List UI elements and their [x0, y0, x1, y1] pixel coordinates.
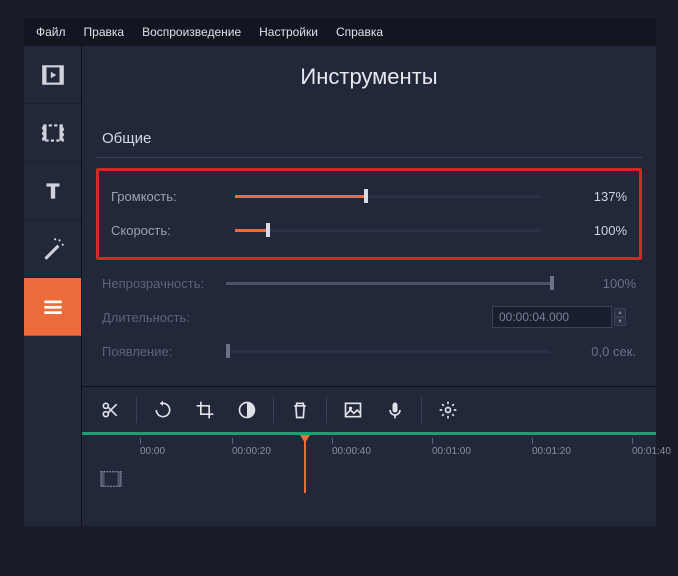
settings-button[interactable]	[428, 392, 468, 428]
gear-icon	[438, 400, 458, 420]
appearance-value: 0,0 сек.	[564, 344, 642, 359]
row-speed: Скорость: 100%	[105, 213, 633, 247]
highlight-box: Громкость: 137% Скорость:	[96, 168, 642, 260]
volume-slider[interactable]	[235, 187, 541, 205]
color-button[interactable]	[227, 392, 267, 428]
edit-toolbar	[82, 386, 656, 432]
image-button[interactable]	[333, 392, 373, 428]
timeline[interactable]: 00:00 00:00:20 00:00:40 00:01:00 00:01:2…	[82, 432, 656, 499]
section-general-header: Общие	[96, 120, 642, 158]
sidebar-item-tools[interactable]	[24, 278, 81, 336]
menu-file[interactable]: Файл	[36, 25, 66, 39]
appearance-slider	[226, 342, 550, 360]
row-appearance: Появление: 0,0 сек.	[96, 334, 642, 368]
speed-slider[interactable]	[235, 221, 541, 239]
duration-input: 00:00:04.000	[492, 306, 612, 328]
row-duration: Длительность: 00:00:04.000 ▲▼	[96, 300, 642, 334]
menu-settings[interactable]: Настройки	[259, 25, 318, 39]
sidebar-item-media[interactable]	[24, 46, 81, 104]
panel-title: Инструменты	[82, 46, 656, 120]
menu-lines-icon	[40, 294, 66, 320]
rotate-icon	[153, 400, 173, 420]
speed-value: 100%	[555, 223, 633, 238]
crop-button[interactable]	[185, 392, 225, 428]
filmstrip-icon	[100, 470, 122, 488]
rotate-button[interactable]	[143, 392, 183, 428]
mic-button[interactable]	[375, 392, 415, 428]
scissors-icon	[100, 400, 120, 420]
filmstrip-play-icon	[40, 62, 66, 88]
opacity-value: 100%	[564, 276, 642, 291]
opacity-slider	[226, 274, 550, 292]
text-icon	[40, 178, 66, 204]
speed-label: Скорость:	[105, 223, 235, 238]
duration-label: Длительность:	[96, 310, 226, 325]
contrast-icon	[237, 400, 257, 420]
playhead[interactable]	[304, 435, 306, 493]
cut-button[interactable]	[90, 392, 130, 428]
volume-value: 137%	[555, 189, 633, 204]
menu-help[interactable]: Справка	[336, 25, 383, 39]
sidebar-item-effects[interactable]	[24, 220, 81, 278]
wand-icon	[40, 236, 66, 262]
row-opacity: Непрозрачность: 100%	[96, 266, 642, 300]
sidebar-item-transitions[interactable]	[24, 104, 81, 162]
timeline-ruler[interactable]: 00:00 00:00:20 00:00:40 00:01:00 00:01:2…	[82, 435, 656, 459]
volume-label: Громкость:	[105, 189, 235, 204]
track-header[interactable]	[82, 459, 140, 499]
row-volume: Громкость: 137%	[105, 179, 633, 213]
appearance-label: Появление:	[96, 344, 226, 359]
menubar: Файл Правка Воспроизведение Настройки Сп…	[24, 18, 656, 46]
mic-icon	[385, 400, 405, 420]
menu-playback[interactable]: Воспроизведение	[142, 25, 241, 39]
delete-button[interactable]	[280, 392, 320, 428]
crop-icon	[195, 400, 215, 420]
image-icon	[343, 400, 363, 420]
duration-spinner: ▲▼	[614, 308, 626, 326]
menu-edit[interactable]: Правка	[84, 25, 125, 39]
sidebar-item-titles[interactable]	[24, 162, 81, 220]
trash-icon	[290, 400, 310, 420]
sidebar	[24, 46, 82, 526]
opacity-label: Непрозрачность:	[96, 276, 226, 291]
filmstrip-cut-icon	[40, 120, 66, 146]
